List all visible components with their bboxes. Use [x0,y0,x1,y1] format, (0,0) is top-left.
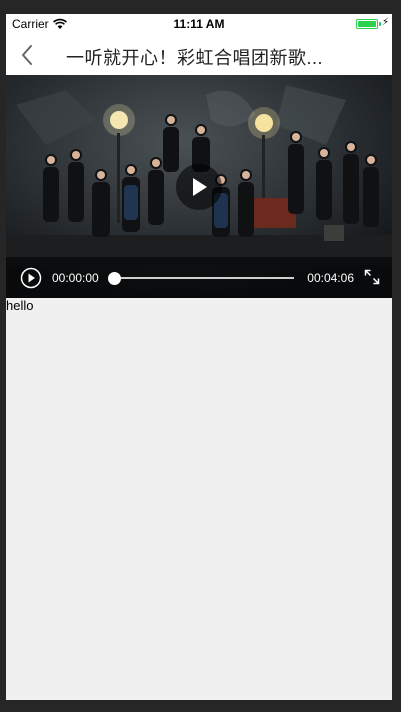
total-time: 00:04:06 [307,271,354,285]
play-icon [193,178,207,196]
content-text: hello [6,298,34,313]
center-play-button[interactable] [176,164,222,210]
video-controls: 00:00:00 00:04:06 [6,257,392,298]
status-bar: Carrier 11:11 AM ⚡ [6,14,392,34]
back-button[interactable] [12,40,42,70]
play-circle-icon[interactable] [20,267,42,289]
phone-screen: Carrier 11:11 AM ⚡ 一听就开心！彩虹合唱团新歌... 00:0… [6,14,392,700]
battery-icon [356,19,378,29]
video-player[interactable]: 00:00:00 00:04:06 [6,75,392,298]
page-title: 一听就开心！彩虹合唱团新歌... [66,48,324,68]
navigation-bar: 一听就开心！彩虹合唱团新歌... [6,34,392,75]
seek-bar[interactable] [114,277,294,279]
chevron-left-icon [22,45,32,65]
seek-thumb[interactable] [107,272,121,285]
charging-icon: ⚡ [381,17,389,28]
battery-tip [379,22,381,26]
expand-icon[interactable] [364,269,380,285]
status-time: 11:11 AM [173,17,225,31]
current-time: 00:00:00 [52,271,99,285]
